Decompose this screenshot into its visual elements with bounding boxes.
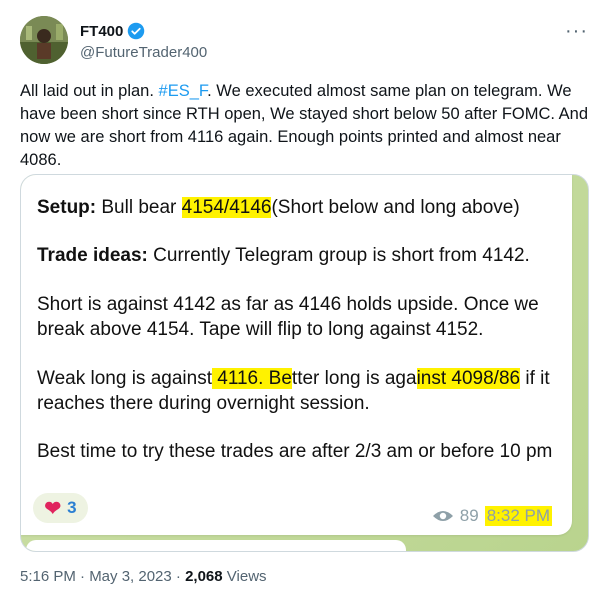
setup-post: (Short below and long above) xyxy=(271,197,520,218)
best-time-paragraph: Best time to try these trades are after … xyxy=(37,441,553,462)
avatar-image xyxy=(20,16,68,64)
verified-badge-icon xyxy=(128,22,145,40)
long-plan-pre: Weak long is against xyxy=(37,368,212,389)
trade-ideas-label: Trade ideas: xyxy=(37,245,148,266)
long-plan-paragraph: Weak long is against 4116. Better long i… xyxy=(37,366,557,416)
long-plan-mid: tter long is aga xyxy=(291,368,417,389)
tweet-footer: 5:16 PM · May 3, 2023 · 2,068 Views xyxy=(20,568,267,585)
heart-reaction[interactable]: ❤ 3 xyxy=(33,493,88,523)
message-meta: 89 8:32 PM xyxy=(432,506,552,526)
tweet-views-count: 2,068 xyxy=(185,568,223,585)
author-handle[interactable]: @FutureTrader400 xyxy=(80,44,207,61)
views-count: 89 xyxy=(459,506,479,525)
tweet-views-label: Views xyxy=(222,568,267,585)
better-long-highlight: inst 4098/86 xyxy=(416,368,521,389)
hashtag-link[interactable]: #ES_F xyxy=(159,82,208,100)
short-plan-paragraph: Short is against 4142 as far as 4146 hol… xyxy=(37,294,539,340)
setup-label: Setup: xyxy=(37,197,97,218)
avatar[interactable] xyxy=(20,16,68,64)
setup-pre: Bull bear xyxy=(96,197,182,218)
trade-ideas-line: Trade ideas: Currently Telegram group is… xyxy=(37,243,557,268)
display-name[interactable]: FT400 xyxy=(80,23,123,40)
tweet-timestamp[interactable]: 5:16 PM · May 3, 2023 · xyxy=(20,568,185,585)
reaction-count: 3 xyxy=(67,498,77,517)
weak-long-highlight: 4116. Be xyxy=(211,368,292,389)
next-message-bubble xyxy=(26,540,406,551)
telegram-message-bubble: Setup: Bull bear 4154/4146(Short below a… xyxy=(21,175,572,535)
more-icon[interactable]: ··· xyxy=(565,20,588,43)
eye-icon xyxy=(432,511,453,521)
author-name-row[interactable]: FT400 xyxy=(80,22,145,40)
message-time: 8:32 PM xyxy=(484,506,552,526)
heart-icon: ❤ xyxy=(44,497,62,520)
tweet-image[interactable]: Setup: Bull bear 4154/4146(Short below a… xyxy=(20,174,589,552)
tweet-text-part1: All laid out in plan. xyxy=(20,82,159,100)
trade-ideas-text: Currently Telegram group is short from 4… xyxy=(147,245,530,266)
setup-levels-highlight: 4154/4146 xyxy=(181,197,272,218)
setup-line: Setup: Bull bear 4154/4146(Short below a… xyxy=(37,195,557,220)
tweet-text: All laid out in plan. #ES_F. We executed… xyxy=(20,80,595,172)
